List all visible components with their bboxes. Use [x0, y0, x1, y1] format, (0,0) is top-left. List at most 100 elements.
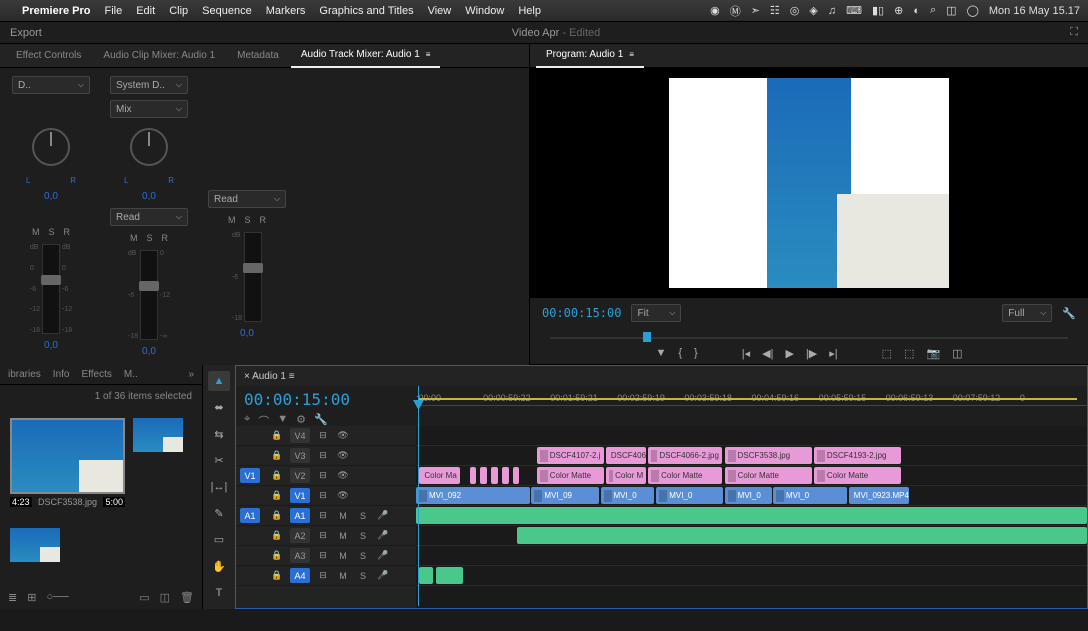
program-timecode[interactable]: 00:00:15:00 [542, 306, 621, 320]
menu-file[interactable]: File [104, 5, 122, 17]
user-icon[interactable]: ◐ [913, 5, 920, 17]
tab-libraries[interactable]: ibraries [8, 369, 41, 380]
audio-clip[interactable] [416, 507, 1087, 524]
workspace-export[interactable]: Export [10, 27, 42, 39]
track-head-a1[interactable]: A1🔒A1⊟MS🎤 [236, 506, 416, 526]
menu-help[interactable]: Help [518, 5, 541, 17]
out-icon[interactable]: } [694, 347, 698, 359]
freeform-icon[interactable]: ⊞ [27, 591, 36, 604]
clip[interactable]: DSCF4193-2.jpg [814, 447, 901, 464]
new-item-icon[interactable]: ◫ [160, 591, 170, 604]
clip[interactable]: DSCF3538.jpg [725, 447, 812, 464]
headphones-icon[interactable]: ♫ [828, 5, 836, 17]
search-icon[interactable]: ⌕ [930, 4, 936, 17]
clip[interactable]: DSCF406 [606, 447, 646, 464]
clip[interactable]: DSCF4066-2.jpg [648, 447, 722, 464]
clip[interactable]: MVI_0 [725, 487, 772, 504]
read-dropdown-2[interactable]: Read [208, 190, 286, 208]
new-bin-icon[interactable]: ▭ [139, 591, 149, 604]
settings-icon[interactable]: 🔧 [1062, 307, 1076, 320]
track-v4[interactable] [416, 426, 1087, 446]
zoom-slider-icon[interactable]: ○── [46, 591, 68, 603]
wifi-icon[interactable]: ⊕ [894, 4, 903, 17]
export-frame-icon[interactable]: 📷 [926, 347, 940, 360]
tab-audio-track-mixer[interactable]: Audio Track Mixer: Audio 1≡ [291, 44, 441, 68]
track-select-tool[interactable]: ⬌ [208, 397, 230, 417]
go-in-icon[interactable]: |◂ [742, 347, 750, 360]
slip-tool[interactable]: |↔| [208, 477, 230, 497]
trash-icon[interactable]: 🗑 [180, 591, 194, 604]
program-monitor[interactable] [530, 68, 1088, 298]
extract-icon[interactable]: ⬚ [904, 347, 914, 360]
timeline-ruler[interactable]: :00:0000:00:59:22 00:01:59:2100:02:59:19… [416, 386, 1087, 426]
pen-tool[interactable]: ✎ [208, 503, 230, 523]
clip[interactable]: Color Matte [648, 467, 722, 484]
go-out-icon[interactable]: ▸| [829, 347, 837, 360]
clip[interactable] [491, 467, 498, 484]
media-thumb-selected[interactable]: 4:23 DSCF3538.jpg 5:00 [10, 418, 125, 520]
volume-fader[interactable] [42, 244, 60, 334]
track-v2[interactable]: Color MaColor MatteColor MColor MatteCol… [416, 466, 1087, 486]
app-name[interactable]: Premiere Pro [22, 5, 90, 17]
audio-clip[interactable] [436, 567, 463, 584]
clip[interactable]: DSCF4107-2.j [537, 447, 604, 464]
step-back-icon[interactable]: ◀| [762, 347, 773, 360]
tab-effects[interactable]: Effects [81, 369, 111, 380]
clip[interactable] [502, 467, 509, 484]
compare-icon[interactable]: ◫ [952, 347, 962, 360]
mix-dropdown[interactable]: Mix [110, 100, 188, 118]
clip[interactable]: MVI_0 [773, 487, 847, 504]
clip[interactable]: Color Ma [419, 467, 459, 484]
audio-clip[interactable] [419, 567, 432, 584]
track-a3[interactable] [416, 546, 1087, 566]
track-head-v4[interactable]: 🔒V4⊟👁 [236, 426, 416, 446]
volume-fader-2[interactable] [140, 250, 158, 340]
track-head-a4[interactable]: 🔒A4⊟MS🎤 [236, 566, 416, 586]
track-a2[interactable] [416, 526, 1087, 546]
sync-icon[interactable]: ◎ [790, 4, 800, 17]
track-a4[interactable] [416, 566, 1087, 586]
marker-icon[interactable]: ▼ [655, 347, 666, 359]
cc-icon[interactable]: ◉ [710, 4, 720, 17]
menu-view[interactable]: View [428, 5, 452, 17]
media-thumb-2[interactable] [133, 418, 183, 452]
ripple-tool[interactable]: ⇆ [208, 424, 230, 444]
clip[interactable]: MVI_092 [416, 487, 530, 504]
track-head-v1[interactable]: 🔒V1⊟👁 [236, 486, 416, 506]
track-head-v3[interactable]: 🔒V3⊟👁 [236, 446, 416, 466]
rec-button[interactable]: R [61, 226, 74, 238]
clip[interactable]: MVI_0 [601, 487, 655, 504]
clip[interactable]: Color Matte [725, 467, 812, 484]
clip[interactable]: MVI_0 [656, 487, 723, 504]
drive-icon[interactable]: ☷ [770, 4, 780, 17]
malware-icon[interactable]: Ⓜ [730, 3, 741, 19]
siri-icon[interactable]: ◯ [967, 4, 979, 17]
clip[interactable] [480, 467, 487, 484]
track-v3[interactable]: DSCF4107-2.jDSCF406DSCF4066-2.jpgDSCF353… [416, 446, 1087, 466]
keyboard-icon[interactable]: ⌨ [846, 4, 862, 17]
menu-sequence[interactable]: Sequence [202, 5, 252, 17]
step-fwd-icon[interactable]: |▶ [806, 347, 817, 360]
volume-fader-3[interactable] [244, 232, 262, 322]
clip[interactable]: MVI_09 [531, 487, 598, 504]
menu-edit[interactable]: Edit [136, 5, 155, 17]
selection-tool[interactable]: ▲ [208, 371, 230, 391]
tab-audio-clip-mixer[interactable]: Audio Clip Mixer: Audio 1 [93, 44, 225, 68]
type-tool[interactable]: T [208, 583, 230, 603]
hand-tool[interactable]: ✋ [208, 556, 230, 576]
resolution-dropdown[interactable]: Full [1002, 304, 1052, 322]
battery-icon[interactable]: ▮▯ [872, 4, 884, 17]
audio-clip[interactable] [517, 527, 1087, 544]
control-center-icon[interactable]: ◫ [946, 4, 956, 17]
tab-info[interactable]: Info [53, 369, 70, 380]
clip[interactable] [513, 467, 520, 484]
panel-menu-icon[interactable]: ≡ [426, 50, 431, 59]
track-v1[interactable]: MVI_092MVI_09MVI_0MVI_0MVI_0MVI_0MVI_092… [416, 486, 1087, 506]
system-device-dropdown[interactable]: System D.. [110, 76, 188, 94]
mute-button[interactable]: M [29, 226, 43, 238]
track-head-v2[interactable]: V1🔒V2⊟👁 [236, 466, 416, 486]
swoosh-icon[interactable]: ➣ [751, 4, 760, 17]
list-view-icon[interactable]: ≣ [8, 591, 17, 604]
menu-graphics[interactable]: Graphics and Titles [319, 5, 413, 17]
clip[interactable]: MVI_0923.MP4 [849, 487, 909, 504]
